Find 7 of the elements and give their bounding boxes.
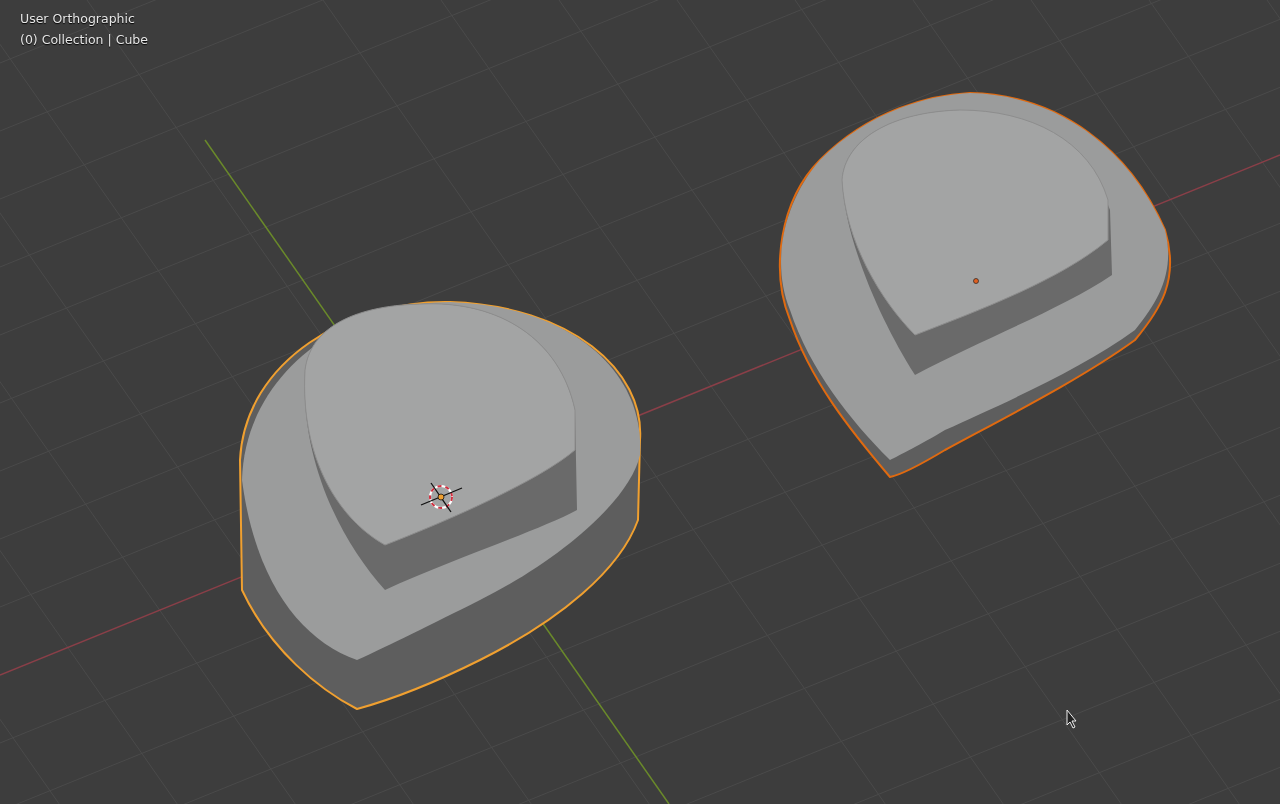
origin-dot-icon (973, 278, 979, 284)
object-info: (0) Collection | Cube (20, 32, 148, 47)
mesh-object[interactable] (779, 92, 1172, 478)
3d-cursor-icon[interactable] (420, 482, 463, 513)
view-name: User Orthographic (20, 11, 136, 26)
mesh-object[interactable] (239, 301, 641, 710)
mouse-pointer-icon (1066, 709, 1077, 729)
